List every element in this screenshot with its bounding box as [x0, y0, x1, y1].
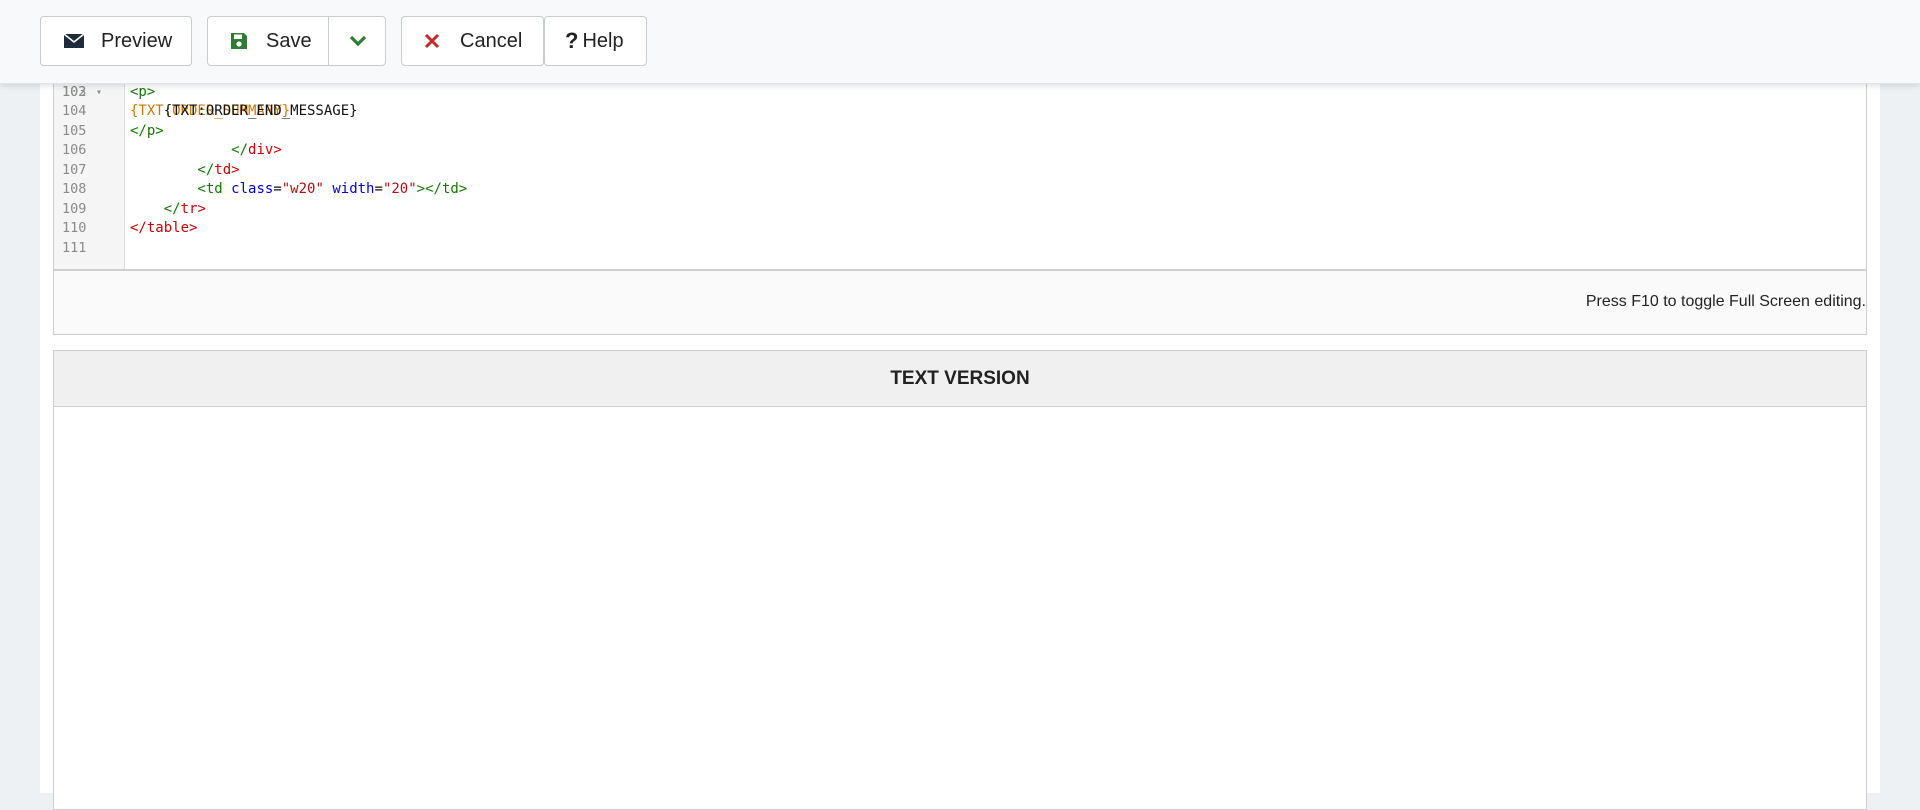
code-editor[interactable]: 102 {TXT:ORDER_SUMMARY} 103 ▾ <p> 104 {TXT:…	[53, 70, 1867, 270]
envelope-icon	[63, 32, 85, 50]
code-line: 110 </table>	[54, 219, 1866, 239]
code-text: </div>	[130, 141, 282, 161]
text-version-header: TEXT VERSION	[54, 351, 1866, 407]
code-line: 107 </td>	[54, 161, 1866, 181]
help-button[interactable]: ? Help	[544, 16, 647, 66]
text-version-textarea[interactable]	[54, 407, 1866, 807]
code-line: 108 <td class="w20" width="20"></td>	[54, 180, 1866, 200]
save-button[interactable]: Save	[208, 17, 329, 65]
code-line: 106 </div>	[54, 141, 1866, 161]
code-token: width	[332, 181, 375, 197]
save-button-group: Save	[207, 16, 386, 66]
cancel-button[interactable]: Cancel	[401, 16, 544, 66]
code-token: <td	[130, 181, 232, 197]
fold-toggle-icon[interactable]: ▾	[96, 83, 102, 103]
code-line: 104 {TXT:ORDER_END_MESSAGE}	[54, 102, 1866, 122]
code-line: 109 </tr>	[54, 200, 1866, 220]
code-token: </	[130, 161, 215, 178]
line-number: 109	[62, 200, 87, 217]
code-line: 103 ▾ <p>	[54, 83, 1866, 103]
code-token: >	[197, 200, 206, 217]
code-token: "20"	[382, 181, 417, 197]
fullscreen-hint: Press F10 to toggle Full Screen editing.	[1585, 293, 1866, 310]
code-text: <p>	[130, 83, 155, 103]
code-token: {TXT:ORDER_END_MESSAGE}	[130, 103, 358, 119]
save-label: Save	[266, 29, 312, 52]
toolbar: Preview Save Cancel ? Help	[0, 0, 1920, 84]
code-token: </	[130, 220, 147, 236]
code-text: </td>	[130, 161, 240, 181]
line-number: 108	[62, 181, 87, 197]
code-text: </p>	[130, 122, 164, 142]
code-token: "w20"	[281, 181, 324, 197]
line-number: 104	[62, 103, 87, 119]
editor-status-bar: Press F10 to toggle Full Screen editing.	[53, 270, 1867, 335]
code-token: ></td>	[416, 181, 468, 197]
code-token: </	[130, 142, 249, 158]
code-token: >	[231, 161, 240, 178]
cancel-label: Cancel	[460, 29, 523, 52]
code-token: >	[273, 142, 282, 158]
code-token: <p>	[130, 83, 156, 100]
code-text: </tr>	[130, 200, 206, 220]
preview-label: Preview	[101, 29, 173, 52]
text-version-panel: TEXT VERSION	[53, 350, 1867, 810]
code-token: >	[189, 220, 198, 236]
code-token: =	[273, 181, 282, 197]
code-text: </table>	[130, 219, 197, 239]
save-dropdown-toggle[interactable]	[329, 17, 386, 65]
code-text: <td class="w20" width="20"></td>	[130, 180, 467, 200]
code-token: tr	[180, 200, 198, 217]
code-token: class	[231, 181, 274, 197]
chevron-down-icon	[349, 30, 367, 53]
question-icon: ?	[565, 28, 579, 53]
line-number: 105	[62, 122, 87, 139]
help-label: Help	[582, 29, 624, 52]
code-text: {TXT:ORDER_END_MESSAGE}	[130, 102, 358, 122]
close-icon	[424, 33, 440, 49]
code-token: div	[248, 142, 274, 158]
floppy-disk-icon	[230, 32, 248, 50]
code-line: 105 </p>	[54, 122, 1866, 142]
code-token: td	[214, 161, 232, 178]
code-line: 111	[54, 239, 1866, 259]
line-number: 107	[62, 161, 87, 178]
code-token: </	[130, 200, 181, 217]
preview-button[interactable]: Preview	[40, 16, 192, 66]
code-token: table	[146, 220, 190, 236]
code-token: =	[374, 181, 383, 197]
code-token: </p>	[130, 122, 164, 139]
line-number: 106	[62, 142, 87, 158]
line-number: 110	[62, 220, 87, 236]
line-number: 103	[62, 83, 87, 100]
line-number: 111	[62, 239, 87, 256]
